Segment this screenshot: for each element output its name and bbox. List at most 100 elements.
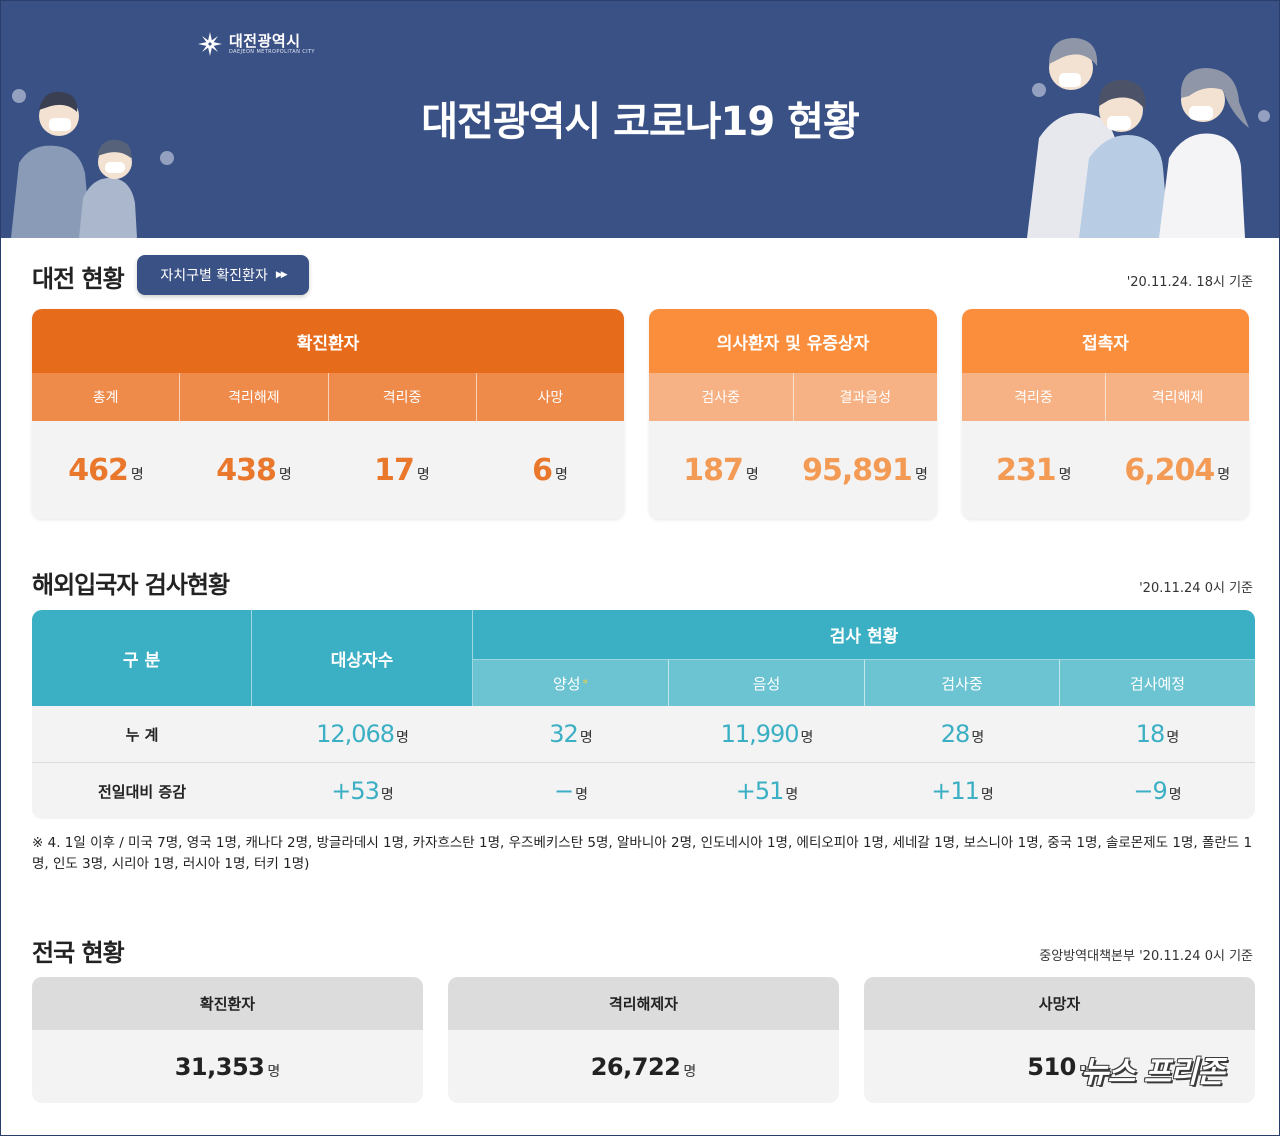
contacts-card: 접촉자 격리중 격리해제 231 명 6,204 명 xyxy=(962,309,1249,519)
national-released-value: 26,722 명 xyxy=(448,1030,839,1103)
cell-value: 11,990 xyxy=(720,720,800,748)
overseas-title: 해외입국자 검사현황 xyxy=(32,571,230,599)
label-testing: 검사중 xyxy=(701,390,741,406)
confirmed-card-values: 462 명 438 명 17 명 6명 xyxy=(32,421,624,519)
cell-cumulative-targets: 12,068 명 xyxy=(252,706,473,762)
unit-label: 명 xyxy=(416,467,430,483)
national-confirmed-card: 확진환자 31,353 명 xyxy=(32,977,423,1103)
suspected-card: 의사환자 및 유증상자 검사중 결과음성 187 명 95,891 명 xyxy=(649,309,937,519)
cell-value: − xyxy=(554,777,574,805)
value-contacts-isolated: 231 명 xyxy=(962,421,1106,519)
cell-daily-testing: +11 명 xyxy=(865,763,1060,819)
logo-subtitle: DAEJEON METROPOLITAN CITY xyxy=(229,49,315,55)
value-negative: 95,891 명 xyxy=(793,421,937,519)
national-deaths-number: 510 xyxy=(1027,1052,1076,1081)
unit-label: 명 xyxy=(785,787,799,803)
suspected-card-title: 의사환자 및 유증상자 xyxy=(649,309,937,373)
city-logo[interactable]: 대전광역시 DAEJEON METROPOLITAN CITY xyxy=(197,31,315,57)
daejeon-status-title: 대전 현황 xyxy=(32,265,125,293)
unit-label: 명 xyxy=(579,730,593,746)
value-isolated: 17 명 xyxy=(328,421,476,519)
value-contacts-released: 6,204 명 xyxy=(1106,421,1250,519)
row-cumulative-label: 누 계 xyxy=(32,706,252,762)
unit-label: 명 xyxy=(745,467,759,483)
unit-label: 명 xyxy=(130,467,144,483)
asterisk-mark: * xyxy=(582,676,589,690)
page-title: 대전광역시 코로나19 현황 xyxy=(421,99,860,145)
unit-label: 명 xyxy=(575,787,588,803)
col-testing-header: 검사중 xyxy=(865,660,1060,706)
col-category-header: 구 분 xyxy=(32,610,252,706)
suspected-card-labels: 검사중 결과음성 xyxy=(649,373,937,421)
district-confirmed-button-label: 자치구별 확진환자 xyxy=(160,268,268,284)
cell-daily-scheduled: −9 명 xyxy=(1060,763,1255,819)
national-confirmed-label: 확진환자 xyxy=(32,977,423,1030)
header-banner: 대전광역시 DAEJEON METROPOLITAN CITY 대전광역시 코로… xyxy=(1,1,1279,238)
unit-label: 명 xyxy=(683,1063,697,1080)
value-isolated-number: 17 xyxy=(374,452,415,488)
cell-cumulative-negative: 11,990 명 xyxy=(669,706,865,762)
national-deaths-label: 사망자 xyxy=(864,977,1255,1030)
unit-label: 명 xyxy=(800,730,814,746)
unit-label: 명 xyxy=(971,730,985,746)
cell-daily-negative: +51 명 xyxy=(669,763,865,819)
value-testing-number: 187 xyxy=(683,452,744,488)
overseas-asof: '20.11.24 0시 기준 xyxy=(1139,581,1253,596)
national-confirmed-number: 31,353 xyxy=(174,1052,265,1081)
col-negative-header: 음성 xyxy=(669,660,865,706)
logo-name: 대전광역시 xyxy=(229,32,301,50)
value-deaths-number: 6 xyxy=(532,452,553,488)
unit-label: 명 xyxy=(1058,467,1072,483)
row-daily-change-label-text: 전일대비 증감 xyxy=(97,782,187,801)
suspected-card-values: 187 명 95,891 명 xyxy=(649,421,937,519)
cell-daily-targets: +53 명 xyxy=(252,763,473,819)
label-released: 격리해제 xyxy=(179,373,327,421)
city-emblem-icon xyxy=(198,32,222,56)
cell-cumulative-scheduled: 18 명 xyxy=(1060,706,1255,762)
value-deaths: 6명 xyxy=(476,421,624,519)
confirmed-card-labels: 총계 격리해제 격리중 사망 xyxy=(32,373,624,421)
national-asof: 중앙방역대책본부 '20.11.24 0시 기준 xyxy=(1039,949,1253,964)
unit-label: 명 xyxy=(278,467,292,483)
unit-label: 명 xyxy=(1168,787,1182,803)
label-negative: 결과음성 xyxy=(792,373,938,421)
overseas-footnote: ※ 4. 1일 이후 / 미국 7명, 영국 1명, 캐나다 2명, 방글라데시… xyxy=(32,835,1253,872)
value-contacts-isolated-number: 231 xyxy=(995,452,1057,488)
unit-label: 명 xyxy=(396,730,409,746)
contacts-card-values: 231 명 6,204 명 xyxy=(962,421,1249,519)
confirmed-card: 확진환자 총계 격리해제 격리중 사망 462 명 438 명 17 명 6명 xyxy=(32,309,624,519)
double-arrow-right-icon: ▶▶ xyxy=(275,270,288,280)
label-total: 총계 xyxy=(92,390,119,406)
col-targets-header: 대상자수 xyxy=(252,610,473,706)
row-cumulative-label-text: 누 계 xyxy=(125,725,159,744)
national-released-card: 격리해제자 26,722 명 xyxy=(448,977,839,1103)
value-total: 462 명 xyxy=(32,421,180,519)
label-contacts-isolated: 격리중 xyxy=(1014,390,1053,406)
label-deaths: 사망 xyxy=(475,373,624,421)
confirmed-card-title: 확진환자 xyxy=(32,309,624,373)
contacts-card-labels: 격리중 격리해제 xyxy=(962,373,1249,421)
masked-people-left-illustration xyxy=(11,89,174,238)
overseas-test-table: 구 분 대상자수 검사 현황 양성 * 음성 검사중 검사예정 누 계 12,06… xyxy=(32,610,1255,819)
contacts-card-title: 접촉자 xyxy=(962,309,1249,373)
cell-value: 18 xyxy=(1135,720,1166,748)
unit-label: 명 xyxy=(267,1063,281,1080)
cell-value: 12,068 xyxy=(316,720,395,748)
unit-label: 명 xyxy=(980,787,994,803)
cell-daily-positive: − 명 xyxy=(473,763,669,819)
district-confirmed-button[interactable]: 자치구별 확진환자 ▶▶ xyxy=(137,255,309,295)
value-contacts-released-number: 6,204 xyxy=(1124,452,1215,488)
unit-label: 명 xyxy=(554,467,568,483)
national-released-label: 격리해제자 xyxy=(448,977,839,1030)
cell-cumulative-positive: 32 명 xyxy=(473,706,669,762)
newsfreezone-watermark: 뉴스 프리존 xyxy=(1081,1055,1224,1090)
label-isolated: 격리중 xyxy=(327,373,476,421)
cell-cumulative-testing: 28 명 xyxy=(865,706,1060,762)
daejeon-asof: '20.11.24. 18시 기준 xyxy=(1126,275,1253,290)
national-status-title: 전국 현황 xyxy=(32,939,125,967)
value-total-number: 462 xyxy=(68,452,129,488)
value-negative-number: 95,891 xyxy=(802,452,913,488)
cell-value: 32 xyxy=(549,720,579,748)
value-released-number: 438 xyxy=(216,452,277,488)
value-released: 438 명 xyxy=(180,421,328,519)
